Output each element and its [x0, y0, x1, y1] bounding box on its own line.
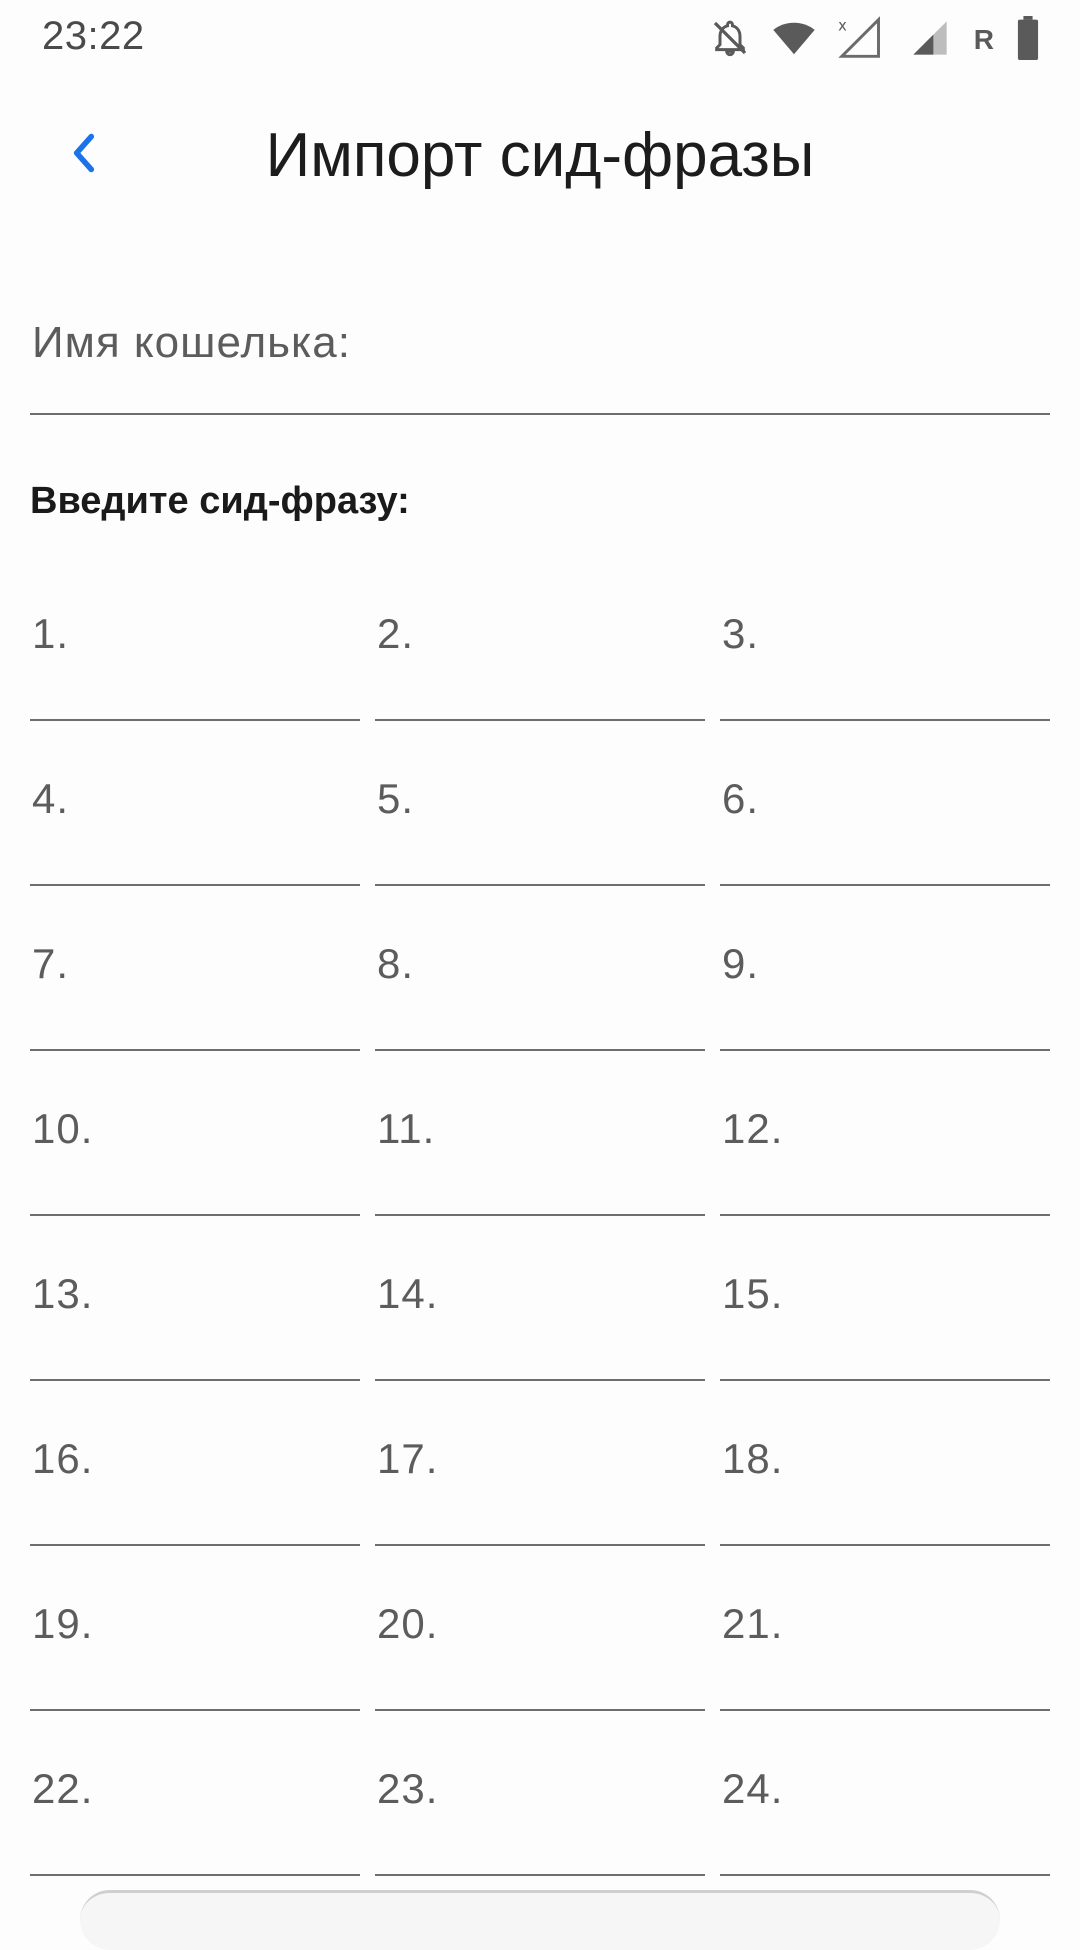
- svg-text:x: x: [838, 18, 847, 35]
- seed-word-field-15[interactable]: 15.: [720, 1240, 1050, 1405]
- seed-word-field-24[interactable]: 24.: [720, 1735, 1050, 1900]
- seed-word-number: 24.: [722, 1765, 784, 1812]
- seed-word-field-13[interactable]: 13.: [30, 1240, 360, 1405]
- status-icons: x R: [710, 14, 1040, 62]
- seed-word-number: 2.: [377, 610, 415, 657]
- seed-word-field-18[interactable]: 18.: [720, 1405, 1050, 1570]
- seed-word-field-16[interactable]: 16.: [30, 1405, 360, 1570]
- seed-word-number: 9.: [722, 940, 760, 987]
- seed-word-number: 15.: [722, 1270, 784, 1317]
- seed-word-number: 3.: [722, 610, 760, 657]
- roaming-indicator: R: [973, 24, 994, 55]
- seed-word-number: 23.: [377, 1765, 439, 1812]
- battery-icon: [1016, 16, 1040, 60]
- seed-word-number: 8.: [377, 940, 415, 987]
- seed-word-number: 17.: [377, 1435, 439, 1482]
- seed-word-field-1[interactable]: 1.: [30, 580, 360, 745]
- seed-word-number: 4.: [32, 775, 70, 822]
- seed-word-field-14[interactable]: 14.: [375, 1240, 705, 1405]
- app-bar: Импорт сид-фразы: [0, 90, 1080, 220]
- seed-word-number: 21.: [722, 1600, 784, 1647]
- seed-word-number: 1.: [32, 610, 70, 657]
- seed-word-number: 18.: [722, 1435, 784, 1482]
- seed-word-field-7[interactable]: 7.: [30, 910, 360, 1075]
- bottom-button-edge[interactable]: [80, 1890, 1000, 1950]
- wallet-name-label: Имя кошелька:: [32, 318, 351, 367]
- seed-word-number: 22.: [32, 1765, 94, 1812]
- seed-word-field-20[interactable]: 20.: [375, 1570, 705, 1735]
- seed-word-number: 5.: [377, 775, 415, 822]
- seed-word-field-23[interactable]: 23.: [375, 1735, 705, 1900]
- seed-word-field-11[interactable]: 11.: [375, 1075, 705, 1240]
- seed-word-field-19[interactable]: 19.: [30, 1570, 360, 1735]
- status-time: 23:22: [42, 14, 145, 58]
- seed-word-field-10[interactable]: 10.: [30, 1075, 360, 1240]
- wallet-name-field[interactable]: Имя кошелька:: [30, 300, 1050, 415]
- seed-word-field-5[interactable]: 5.: [375, 745, 705, 910]
- seed-word-number: 16.: [32, 1435, 94, 1482]
- signal-no-data-icon: x: [838, 16, 886, 60]
- seed-word-number: 11.: [377, 1105, 436, 1152]
- seed-word-field-17[interactable]: 17.: [375, 1405, 705, 1570]
- seed-word-field-8[interactable]: 8.: [375, 910, 705, 1075]
- seed-word-number: 19.: [32, 1600, 94, 1647]
- seed-word-field-6[interactable]: 6.: [720, 745, 1050, 910]
- page-title: Импорт сид-фразы: [265, 121, 815, 190]
- seed-word-field-22[interactable]: 22.: [30, 1735, 360, 1900]
- signal-icon: [908, 18, 952, 58]
- wifi-icon: [772, 20, 816, 56]
- seed-word-field-9[interactable]: 9.: [720, 910, 1050, 1075]
- seed-word-grid: 1. 2. 3. 4. 5. 6. 7. 8. 9. 10. 11. 12. 1…: [30, 580, 1050, 1900]
- seed-word-number: 6.: [722, 775, 760, 822]
- seed-word-field-4[interactable]: 4.: [30, 745, 360, 910]
- seed-word-field-2[interactable]: 2.: [375, 580, 705, 745]
- seed-word-number: 7.: [32, 940, 70, 987]
- seed-word-number: 14.: [377, 1270, 439, 1317]
- seed-word-number: 10.: [32, 1105, 94, 1152]
- seed-word-field-3[interactable]: 3.: [720, 580, 1050, 745]
- seed-word-number: 12.: [722, 1105, 784, 1152]
- seed-phrase-heading: Введите сид-фразу:: [30, 480, 410, 522]
- notifications-off-icon: [710, 18, 750, 58]
- seed-word-number: 20.: [377, 1600, 439, 1647]
- seed-word-field-12[interactable]: 12.: [720, 1075, 1050, 1240]
- seed-word-number: 13.: [32, 1270, 94, 1317]
- seed-word-field-21[interactable]: 21.: [720, 1570, 1050, 1735]
- status-bar: 23:22 x R: [0, 0, 1080, 80]
